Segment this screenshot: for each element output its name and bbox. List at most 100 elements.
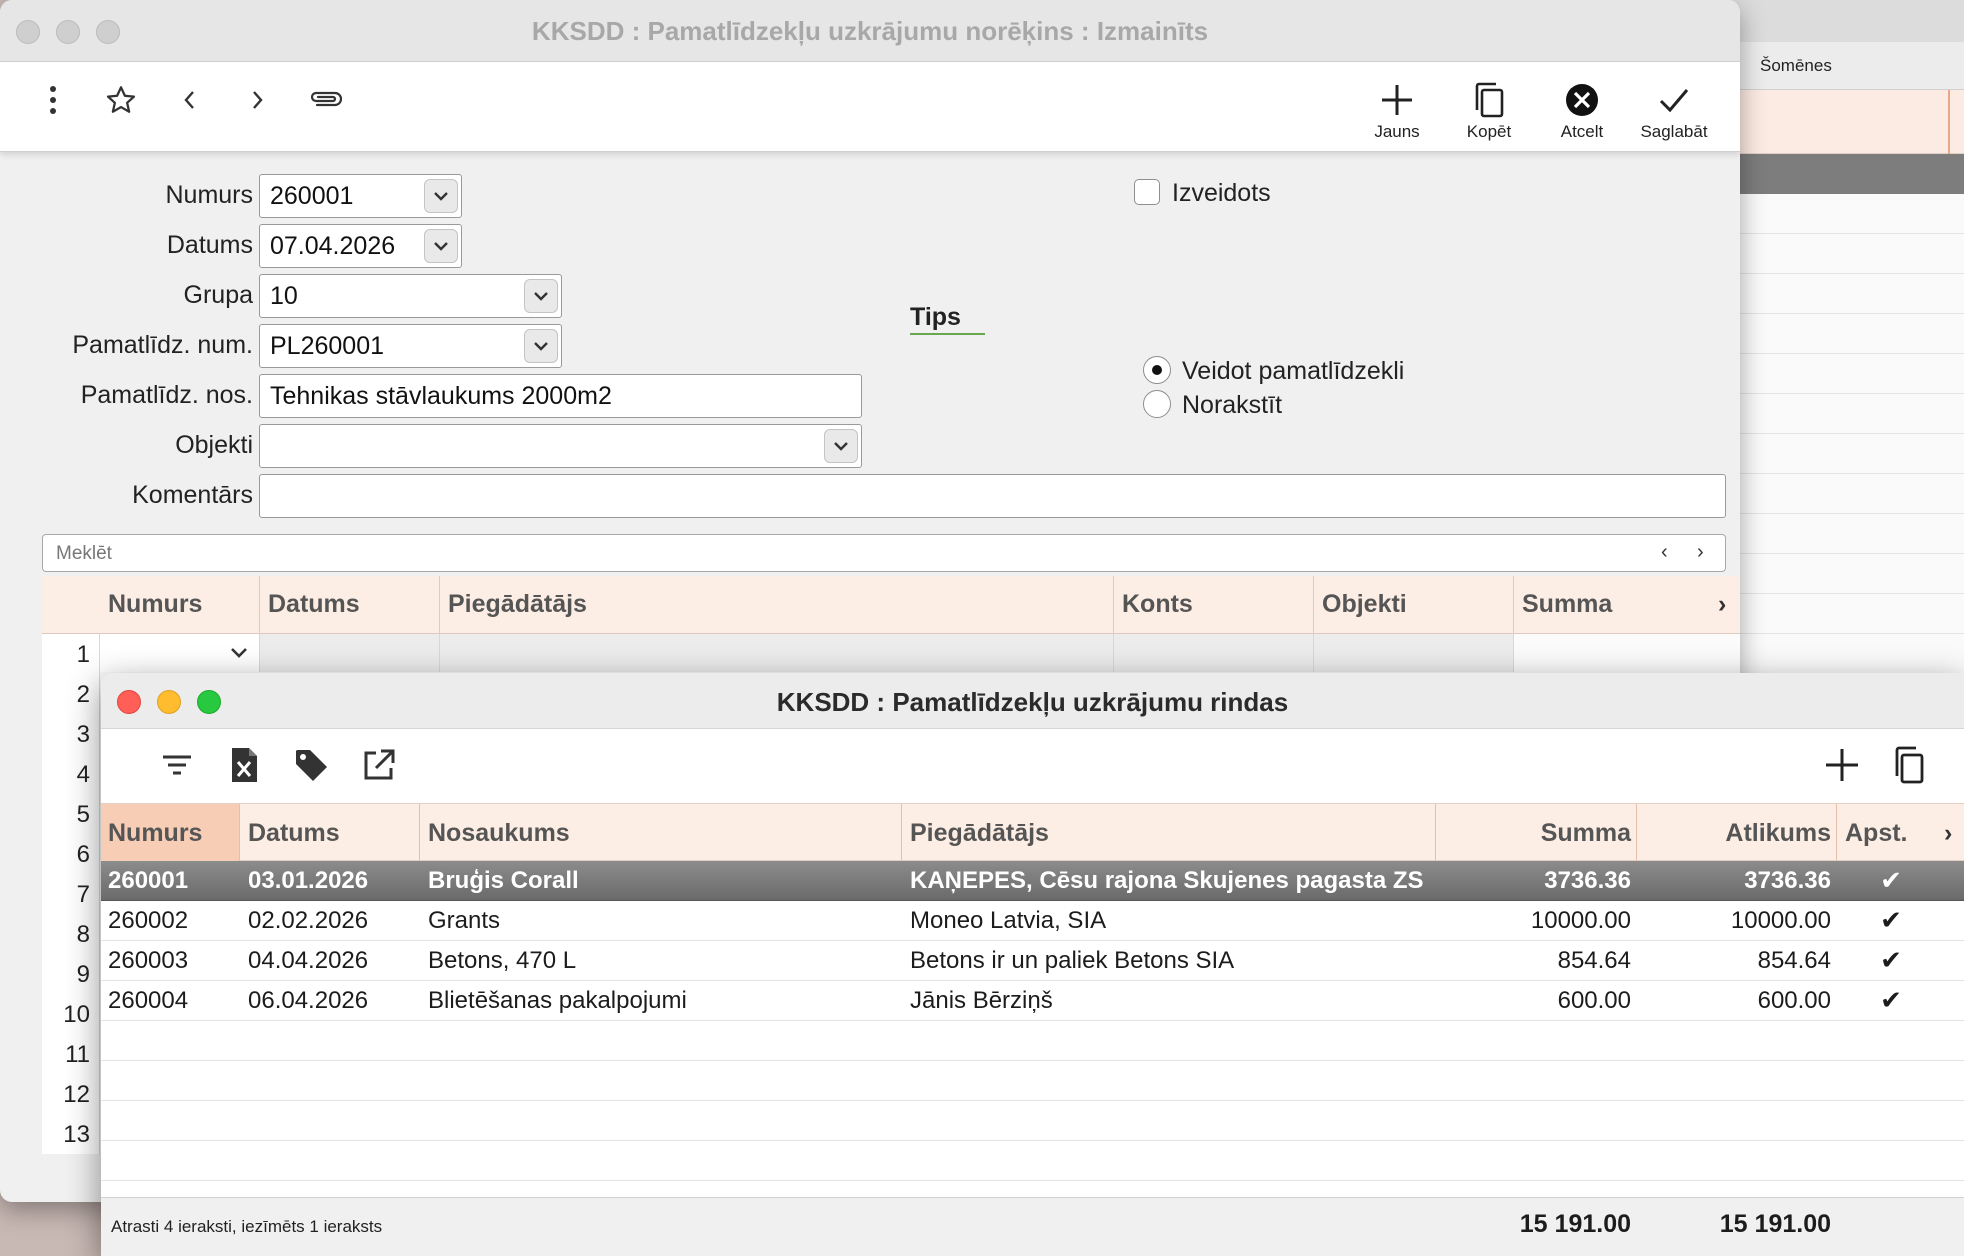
main-toolbar: Jauns Kopēt Atcelt Saglabāt [0,62,1740,152]
row-number: 13 [63,1121,90,1148]
row-number: 5 [76,801,90,828]
rows-footer: Atrasti 4 ieraksti, iezīmēts 1 ieraksts … [101,1197,1964,1256]
cell-apst-checkmark: ✔ [1880,905,1902,935]
chevron-down-icon[interactable] [824,429,858,463]
table-row[interactable]: 260001 03.01.2026 Bruģis Corall KAŅEPES,… [101,861,1964,901]
chevron-left-icon[interactable]: ‹ [1661,541,1668,564]
grid-cell[interactable] [440,634,1114,672]
paperclip-icon[interactable] [306,80,346,120]
chevron-right-icon[interactable]: › [1718,590,1726,619]
filter-icon[interactable] [155,743,199,787]
datums-value: 07.04.2026 [270,232,396,260]
search-input[interactable]: Meklēt ‹ › [42,534,1726,572]
pamatlidz-num-field[interactable]: PL260001 [259,324,562,368]
background-row[interactable] [1730,594,1964,634]
objekti-label: Objekti [175,431,253,459]
cell-nosaukums: Grants [428,907,501,934]
numurs-field[interactable]: 260001 [259,174,462,218]
chevron-down-icon[interactable] [230,646,248,664]
table-row[interactable]: 260003 04.04.2026 Betons, 470 L Betons i… [101,941,1964,981]
table-row[interactable]: 260002 02.02.2026 Grants Moneo Latvia, S… [101,901,1964,941]
copy-button[interactable]: Kopēt [1449,80,1529,150]
norakstit-radio[interactable] [1143,390,1171,418]
column-header-datums[interactable]: Datums [268,590,360,619]
background-row[interactable] [1730,234,1964,274]
column-header-datums[interactable]: Datums [248,819,340,848]
plus-icon[interactable] [1820,743,1864,787]
grid-cell[interactable] [260,634,440,672]
row-number: 7 [76,881,90,908]
background-selected-row[interactable] [1730,154,1964,194]
column-header-nosaukums[interactable]: Nosaukums [428,819,570,848]
chevron-down-icon[interactable] [524,279,558,313]
chevron-left-icon[interactable] [170,80,210,120]
table-row[interactable]: 260004 06.04.2026 Blietēšanas pakalpojum… [101,981,1964,1021]
numurs-label: Numurs [165,181,253,209]
column-header-numurs[interactable]: Numurs [108,590,202,619]
save-button-label: Saglabāt [1640,122,1708,141]
more-icon[interactable] [33,80,73,120]
komentars-field[interactable] [259,474,1726,518]
row-number: 8 [76,921,90,948]
chevron-right-icon[interactable]: › [1697,541,1704,564]
izveidots-checkbox[interactable] [1134,179,1160,205]
background-row[interactable] [1730,554,1964,594]
column-header-atlikums[interactable]: Atlikums [1641,819,1831,848]
total-summa: 15 191.00 [1519,1210,1631,1238]
copy-icon[interactable] [1887,743,1931,787]
column-divider [1113,576,1114,634]
veidot-pamatlidzekli-radio[interactable] [1143,356,1171,384]
tips-label: Tips [910,303,961,331]
background-row[interactable] [1730,194,1964,234]
norakstit-label: Norakstīt [1182,391,1283,419]
column-header-summa[interactable]: Summa [1522,590,1612,619]
copy-button-label: Kopēt [1466,122,1512,141]
background-row[interactable] [1730,634,1964,674]
column-divider [1513,576,1514,634]
chevron-right-icon[interactable]: › [1944,819,1952,848]
new-button[interactable]: Jauns [1357,80,1437,150]
background-row[interactable] [1730,434,1964,474]
save-button[interactable]: Saglabāt [1634,80,1714,150]
row-number: 4 [76,761,90,788]
objekti-field[interactable] [259,424,862,468]
cell-datums: 03.01.2026 [248,867,369,894]
background-row[interactable] [1730,394,1964,434]
cell-apst-checkmark: ✔ [1880,985,1902,1015]
column-header-summa[interactable]: Summa [1441,819,1631,848]
chevron-down-icon[interactable] [424,179,458,213]
chevron-right-icon[interactable] [237,80,277,120]
pamatlidz-nos-field[interactable]: Tehnikas stāvlaukums 2000m2 [259,374,862,418]
total-atlikums: 15 191.00 [1719,1210,1831,1238]
cell-apst-checkmark: ✔ [1880,865,1902,895]
background-row[interactable] [1730,474,1964,514]
tag-icon[interactable] [289,743,333,787]
pamatlidz-num-label: Pamatlīdz. num. [72,331,253,359]
background-row[interactable] [1730,314,1964,354]
column-header-numurs[interactable]: Numurs [108,819,202,848]
background-row[interactable] [1730,514,1964,554]
external-link-icon[interactable] [357,743,401,787]
column-header-konts[interactable]: Konts [1122,590,1193,619]
column-header-piegadatajs[interactable]: Piegādātājs [910,819,1049,848]
star-icon[interactable] [101,80,141,120]
background-row[interactable] [1730,274,1964,314]
cell-atlikums: 600.00 [1757,987,1831,1014]
datums-field[interactable]: 07.04.2026 [259,224,462,268]
column-header-piegadatajs[interactable]: Piegādātājs [448,590,587,619]
column-header-objekti[interactable]: Objekti [1322,590,1407,619]
grid-cell[interactable] [1114,634,1314,672]
chevron-down-icon[interactable] [524,329,558,363]
column-header-apst[interactable]: Apst. [1845,819,1908,848]
grid-cell[interactable] [1314,634,1514,672]
cancel-button[interactable]: Atcelt [1542,80,1622,150]
chevron-down-icon[interactable] [424,229,458,263]
cell-numurs: 260001 [108,867,189,894]
cell-apst-checkmark: ✔ [1880,945,1902,975]
background-row[interactable] [1730,354,1964,394]
grupa-field[interactable]: 10 [259,274,562,318]
tab-somenes[interactable]: Šomēnes [1760,56,1832,76]
excel-file-icon[interactable] [222,743,266,787]
new-button-label: Jauns [1374,122,1420,141]
cell-numurs: 260002 [108,907,189,934]
